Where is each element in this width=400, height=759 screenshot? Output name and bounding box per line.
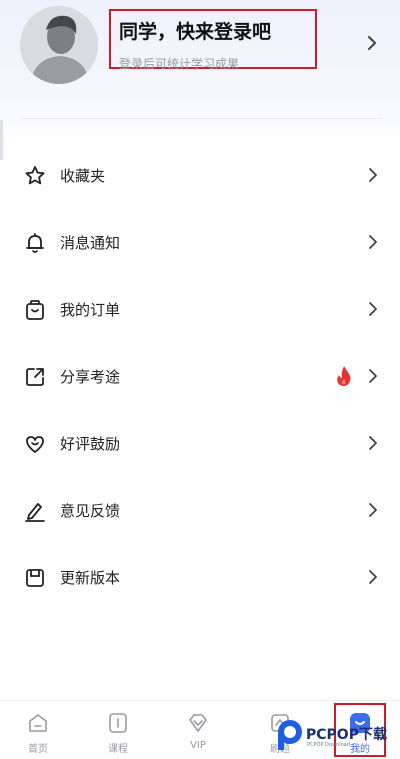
- menu-item-update[interactable]: 更新版本: [0, 544, 400, 611]
- menu-item-favorites[interactable]: 收藏夹: [0, 142, 400, 209]
- menu-item-notifications[interactable]: 消息通知: [0, 209, 400, 276]
- order-bag-icon: [26, 300, 44, 320]
- login-prompt[interactable]: 同学，快来登录吧 登录后可统计学习成果: [109, 9, 317, 71]
- menu-item-orders[interactable]: 我的订单: [0, 276, 400, 343]
- profile-header[interactable]: 同学，快来登录吧 登录后可统计学习成果: [0, 0, 400, 100]
- menu-label: 收藏夹: [60, 167, 106, 185]
- menu-label: 分享考途: [60, 368, 121, 386]
- tab-vip[interactable]: VIP: [168, 701, 228, 759]
- menu-item-rate[interactable]: 好评鼓励: [0, 410, 400, 477]
- tab-label: VIP: [190, 740, 206, 751]
- menu-label: 更新版本: [60, 569, 121, 587]
- settings-menu: 收藏夹 消息通知 我的订单 分享考途 好评鼓励 意见反馈 更新版本: [0, 142, 400, 611]
- login-title[interactable]: 同学，快来登录吧: [119, 17, 271, 44]
- vip-diamond-icon: [189, 714, 207, 732]
- watermark: PCPOP下载 PCPOP Download: [276, 718, 400, 758]
- default-avatar-icon[interactable]: [20, 6, 98, 84]
- chevron-right-icon[interactable]: [362, 33, 382, 53]
- bell-icon: [26, 233, 44, 253]
- star-icon: [25, 166, 45, 185]
- menu-label: 好评鼓励: [60, 435, 121, 453]
- watermark-subtext: PCPOP Download: [307, 742, 350, 748]
- menu-label: 意见反馈: [60, 502, 121, 520]
- chevron-right-icon: [369, 302, 377, 316]
- share-icon: [26, 368, 44, 386]
- login-subtitle: 登录后可统计学习成果: [119, 57, 240, 71]
- chevron-right-icon: [369, 369, 377, 383]
- divider: [20, 118, 382, 119]
- chevron-right-icon: [369, 235, 377, 249]
- pencil-icon: [25, 503, 45, 522]
- menu-item-share[interactable]: 分享考途: [0, 343, 400, 410]
- home-icon: [29, 714, 47, 732]
- chevron-right-icon: [369, 503, 377, 517]
- fire-icon: [337, 366, 351, 386]
- chevron-right-icon: [369, 168, 377, 182]
- chevron-right-icon: [369, 570, 377, 584]
- tab-label: 首页: [28, 744, 48, 755]
- update-icon: [26, 569, 44, 587]
- watermark-logo-icon: [278, 720, 302, 750]
- tab-home[interactable]: 首页: [8, 701, 68, 759]
- watermark-text: PCPOP下载: [306, 727, 387, 743]
- menu-item-feedback[interactable]: 意见反馈: [0, 477, 400, 544]
- heart-icon: [26, 436, 44, 453]
- tab-courses[interactable]: 课程: [88, 701, 148, 759]
- menu-label: 消息通知: [60, 234, 121, 252]
- course-icon: [109, 713, 127, 733]
- chevron-right-icon: [369, 436, 377, 450]
- tab-label: 课程: [108, 744, 128, 755]
- menu-label: 我的订单: [60, 301, 121, 319]
